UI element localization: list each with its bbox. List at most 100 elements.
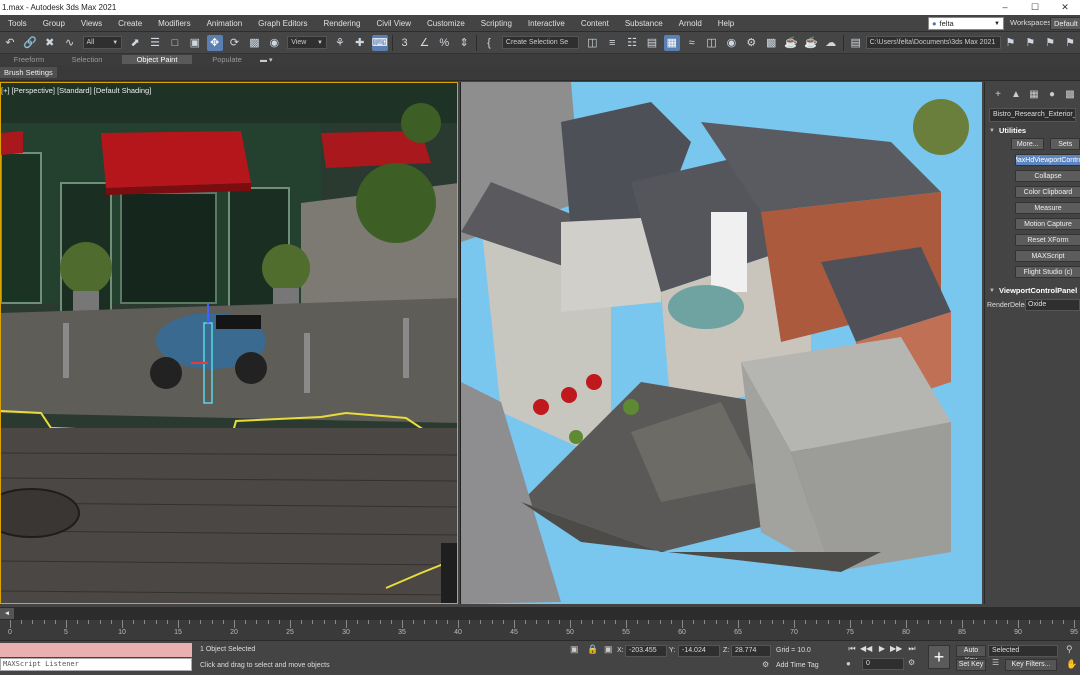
viewport-label[interactable]: [+] [Perspective] [Standard] [Default Sh… (1, 86, 151, 95)
y-coord-field[interactable]: -14.024 (678, 645, 720, 657)
time-configuration-icon[interactable]: ⚙ (908, 658, 915, 667)
select-object-icon[interactable]: ⬈ (127, 35, 143, 51)
keyboard-shortcut-override-icon[interactable]: ⌨ (371, 34, 388, 51)
menu-create[interactable]: Create (110, 19, 150, 28)
user-account-dropdown[interactable]: ● felta ▼ (928, 17, 1004, 30)
set-keys-plus-button[interactable]: + (928, 645, 950, 669)
tab-selection[interactable]: Selection (64, 55, 110, 64)
menu-substance[interactable]: Substance (617, 19, 671, 28)
menu-interactive[interactable]: Interactive (520, 19, 573, 28)
undo-icon[interactable]: ↶ (2, 35, 18, 51)
utility-motion-capture[interactable]: Motion Capture (1015, 218, 1080, 230)
time-slider-track[interactable]: ◄ (0, 607, 1080, 620)
brush-settings-button[interactable]: Brush Settings (0, 67, 57, 78)
window-crossing-icon[interactable]: ▣ (187, 35, 203, 51)
material-editor-icon[interactable]: ◉ (723, 35, 739, 51)
key-filters-icon[interactable]: ☰ (992, 658, 999, 667)
select-manipulate-icon[interactable]: ✚ (352, 35, 368, 51)
set-project-folder-icon[interactable]: ⚑ (1003, 35, 1019, 51)
spinner-snap-icon[interactable]: ⇕ (456, 35, 472, 51)
render-setup-icon[interactable]: ⚙ (743, 35, 759, 51)
curve-editor-icon[interactable]: ≈ (684, 35, 700, 51)
scene-explorer-icon[interactable]: ☷ (624, 35, 640, 51)
named-selection-sets-dropdown[interactable]: Create Selection Se (501, 36, 580, 49)
play-icon[interactable]: ▶ (876, 644, 888, 653)
ribbon-options-icon[interactable]: ▬ ▾ (260, 56, 272, 64)
workspaces-dropdown[interactable]: Default (1050, 17, 1080, 30)
sets-button[interactable]: Sets (1050, 138, 1080, 150)
project-folder-path[interactable]: C:\Users\felta\Documents\3ds Max 2021 (865, 36, 1001, 49)
menu-modifiers[interactable]: Modifiers (150, 19, 198, 28)
layer-explorer-icon[interactable]: ▤ (644, 35, 660, 51)
absolute-mode-transform-icon[interactable]: ▣ (604, 644, 613, 655)
close-button[interactable]: ✕ (1050, 2, 1080, 13)
rendered-frame-window-icon[interactable]: ▩ (763, 35, 779, 51)
selection-lock-icon[interactable]: 🔒 (587, 644, 598, 655)
next-frame-icon[interactable]: ▶▶ (890, 644, 902, 653)
menu-animation[interactable]: Animation (199, 19, 251, 28)
menu-views[interactable]: Views (73, 19, 110, 28)
add-time-tag-icon[interactable]: ⚙ (762, 660, 769, 669)
menu-help[interactable]: Help (710, 19, 742, 28)
percent-snap-icon[interactable]: % (436, 35, 452, 51)
menu-arnold[interactable]: Arnold (671, 19, 710, 28)
tab-freeform[interactable]: Freeform (6, 55, 52, 64)
utilities-rollout-header[interactable]: ▼ Utilities (989, 126, 1076, 135)
pan-icon[interactable]: ✋ (1066, 659, 1077, 670)
menu-scripting[interactable]: Scripting (473, 19, 520, 28)
more-button[interactable]: More... (1011, 138, 1045, 150)
isolate-selection-icon[interactable]: ▣ (570, 644, 579, 655)
link-icon[interactable]: 🔗 (22, 35, 38, 51)
x-coord-field[interactable]: -203.455 (625, 645, 667, 657)
maximize-button[interactable]: ☐ (1020, 2, 1050, 13)
key-filters-button[interactable]: Key Filters... (1005, 659, 1057, 671)
current-frame-field[interactable]: 0 (862, 658, 904, 670)
asset-tracking-icon[interactable]: ⚑ (1062, 35, 1078, 51)
menu-customize[interactable]: Customize (419, 19, 473, 28)
motion-tab-icon[interactable]: ● (1043, 89, 1061, 100)
utility-flight-studio[interactable]: Flight Studio (c) (1015, 266, 1080, 278)
tab-populate[interactable]: Populate (204, 55, 250, 64)
schematic-view-icon[interactable]: ◫ (704, 35, 720, 51)
mirror-icon[interactable]: ◫ (584, 35, 600, 51)
auto-key-button[interactable]: Auto Key (956, 645, 986, 664)
object-name-field[interactable]: Bistro_Research_Exterior_Paris (989, 108, 1076, 122)
snaps-toggle-icon[interactable]: 3 (397, 35, 413, 51)
pivot-center-icon[interactable]: ⚘ (332, 35, 348, 51)
select-and-scale-icon[interactable]: ▩ (246, 35, 262, 51)
select-and-place-icon[interactable]: ◉ (266, 35, 282, 51)
menu-group[interactable]: Group (35, 19, 73, 28)
viewport-aerial[interactable] (460, 82, 982, 604)
ribbon-toggle-icon[interactable]: ▦ (663, 34, 680, 51)
display-tab-icon[interactable]: ▩ (1061, 89, 1079, 100)
viewport-perspective[interactable]: [+] [Perspective] [Standard] [Default Sh… (0, 82, 458, 604)
project-folder-icon[interactable]: ⚑ (1022, 35, 1038, 51)
bind-spacewarp-icon[interactable]: ∿ (62, 35, 78, 51)
utility-maxhdviewportcontrol[interactable]: MaxHdViewportControl (1015, 154, 1080, 166)
go-to-end-icon[interactable]: ⏭ (906, 644, 918, 654)
time-slider-handle[interactable]: ◄ (0, 608, 14, 619)
hierarchy-tab-icon[interactable]: ▦ (1025, 89, 1043, 100)
select-and-rotate-icon[interactable]: ⟳ (227, 35, 243, 51)
reference-coordinate-dropdown[interactable]: View ▼ (287, 36, 327, 49)
modify-tab-icon[interactable]: ▲ (1007, 89, 1025, 100)
maxscript-listener-input[interactable]: MAXScript Listener (0, 658, 192, 671)
render-in-cloud-icon[interactable]: ☁ (823, 35, 839, 51)
menu-civil-view[interactable]: Civil View (368, 19, 419, 28)
utility-reset-xform[interactable]: Reset XForm (1015, 234, 1080, 246)
key-mode-toggle-icon[interactable]: ● (846, 659, 851, 668)
select-and-move-icon[interactable]: ✥ (206, 34, 223, 51)
utility-maxscript[interactable]: MAXScript (1015, 250, 1080, 262)
render-iterative-icon[interactable]: ☕ (803, 35, 819, 51)
render-production-icon[interactable]: ☕ (783, 35, 799, 51)
create-tab-icon[interactable]: + (989, 89, 1007, 100)
utility-color-clipboard[interactable]: Color Clipboard (1015, 186, 1080, 198)
unlink-icon[interactable]: ✖ (42, 35, 58, 51)
set-key-button[interactable]: Set Key (956, 659, 986, 671)
render-delegate-dropdown[interactable]: Oxide (1025, 299, 1080, 311)
track-bar[interactable]: 0 5 10 15 20 25 30 35 40 45 50 55 60 65 70 75 80 85 90 95 (0, 620, 1080, 640)
utility-measure[interactable]: Measure (1015, 202, 1080, 214)
previous-frame-icon[interactable]: ◀◀ (860, 644, 872, 653)
edit-named-selection-icon[interactable]: { (481, 35, 497, 51)
folder-icon[interactable]: ▤ (848, 35, 864, 51)
